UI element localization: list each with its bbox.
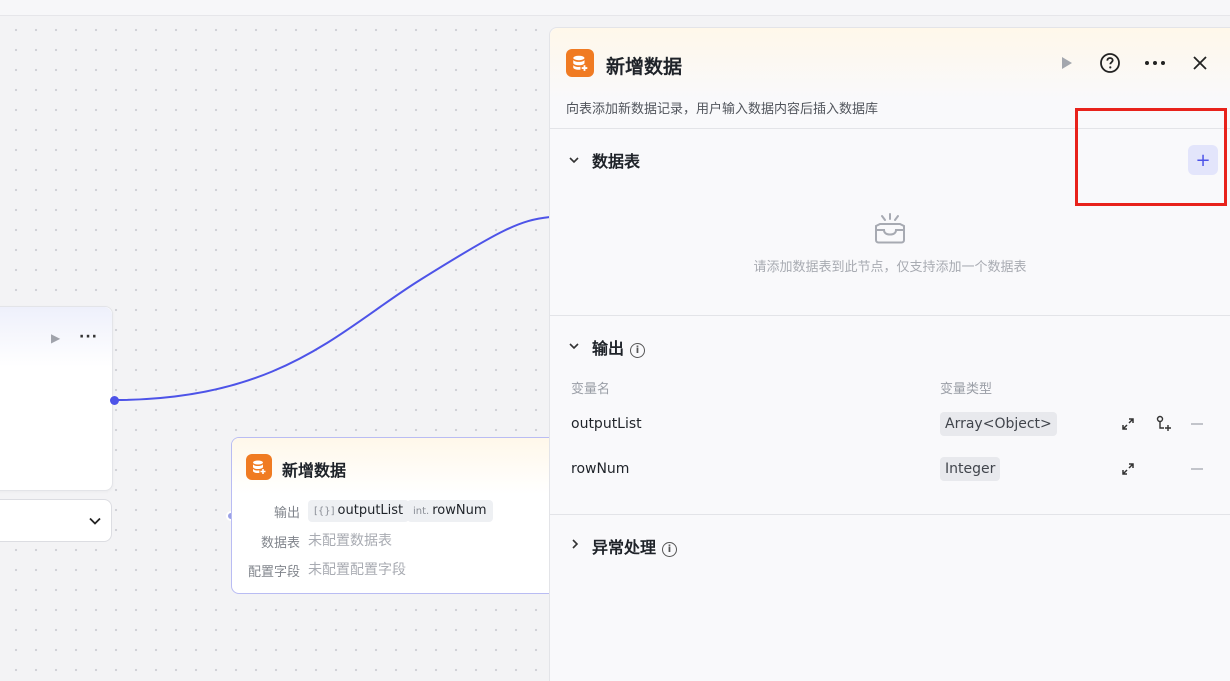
column-header-name: 变量名: [571, 382, 611, 397]
highlight-box: [1075, 108, 1227, 206]
run-icon[interactable]: ▶: [51, 331, 60, 345]
fields-value: 未配置配置字段: [308, 562, 406, 578]
fields-label: 配置字段: [247, 565, 300, 580]
empty-table-hint: 请添加数据表到此节点，仅支持添加一个数据表: [753, 260, 1027, 275]
variable-type-badge: Integer: [940, 457, 1001, 481]
output-label: 输出: [273, 506, 300, 521]
divider: [550, 514, 1230, 515]
output-title-text: 输出: [592, 339, 625, 358]
close-icon: [1193, 56, 1207, 70]
info-icon[interactable]: i: [662, 542, 678, 557]
top-bar: [0, 0, 1230, 16]
chip-name: outputList: [337, 503, 404, 518]
help-button[interactable]: [1097, 50, 1123, 76]
variable-name: outputList: [571, 416, 642, 432]
variable-name: rowNum: [571, 461, 630, 477]
expand-icon[interactable]: [1121, 462, 1135, 476]
panel-title: 新增数据: [606, 56, 683, 78]
node-title: 新增数据: [282, 461, 347, 480]
run-button[interactable]: [1053, 50, 1079, 76]
table-value: 未配置数据表: [308, 533, 392, 549]
divider: [550, 315, 1230, 316]
output-port[interactable]: [110, 396, 119, 405]
add-subfield-icon[interactable]: [1155, 415, 1173, 433]
variable-type-badge: Array<Object>: [940, 412, 1057, 436]
table-section-title[interactable]: 数据表: [592, 148, 640, 172]
more-button[interactable]: [1142, 50, 1168, 76]
node-dropdown[interactable]: [0, 499, 112, 542]
play-icon: [1062, 57, 1072, 69]
database-add-icon: [566, 49, 594, 77]
database-add-icon: [246, 454, 272, 480]
remove-icon[interactable]: [1191, 468, 1203, 470]
exception-title-text: 异常处理: [592, 538, 657, 557]
chevron-right-icon[interactable]: [569, 538, 581, 550]
output-chip-rownum: int. rowNum: [407, 500, 493, 522]
more-icon: [1145, 61, 1165, 65]
more-icon[interactable]: ···: [79, 329, 98, 345]
chevron-down-icon[interactable]: [568, 340, 580, 352]
output-chip-outputlist: [{}] outputList: [308, 500, 410, 522]
info-icon[interactable]: i: [630, 343, 646, 358]
panel-description: 向表添加新数据记录，用户输入数据内容后插入数据库: [566, 102, 879, 117]
exception-section-title[interactable]: 异常处理 i: [592, 534, 678, 558]
chevron-down-icon[interactable]: [568, 154, 580, 166]
remove-icon[interactable]: [1191, 423, 1203, 425]
chip-prefix: int.: [413, 506, 430, 517]
close-button[interactable]: [1187, 50, 1213, 76]
empty-inbox-icon: [875, 213, 905, 244]
insert-data-node[interactable]: 新增数据 输出 [{}] outputList int. rowNum 数据表 未配…: [231, 437, 561, 594]
expand-icon[interactable]: [1121, 417, 1135, 431]
output-section-title[interactable]: 输出 i: [592, 335, 646, 359]
previous-node[interactable]: ▶ ···: [0, 306, 113, 491]
column-header-type: 变量类型: [940, 382, 993, 397]
table-label: 数据表: [260, 536, 300, 551]
question-circle-icon: [1100, 53, 1120, 73]
chevron-down-icon: [89, 517, 101, 525]
chip-name: rowNum: [432, 503, 487, 518]
chip-prefix: [{}]: [314, 506, 335, 517]
